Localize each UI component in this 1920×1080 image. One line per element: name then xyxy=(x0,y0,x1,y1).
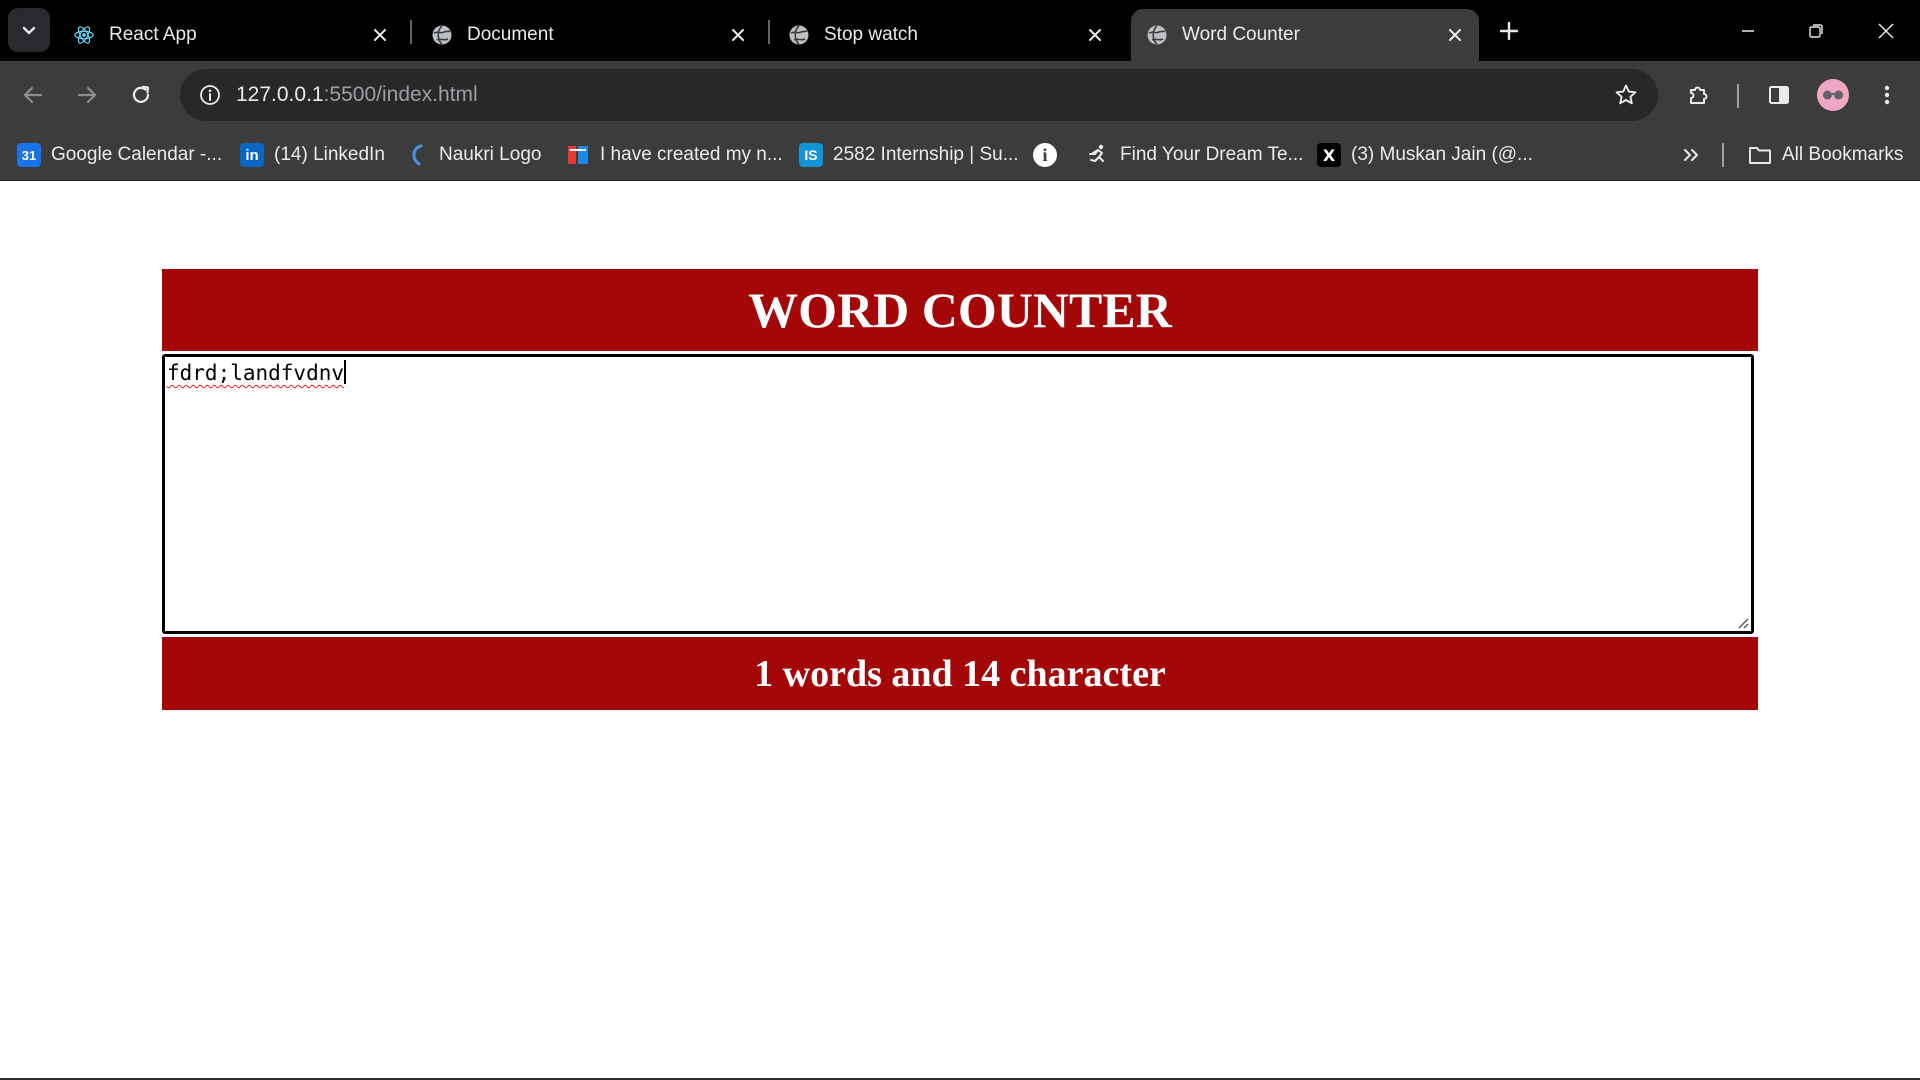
info-icon xyxy=(200,85,220,105)
extensions-button[interactable] xyxy=(1678,74,1720,116)
plus-icon xyxy=(1499,21,1519,41)
internshala-icon: IS xyxy=(799,143,823,167)
page-content: WORD COUNTER fdrd;landfvdnv 1 words and … xyxy=(0,182,1920,1080)
side-panel-icon xyxy=(1769,86,1789,104)
page-title: WORD COUNTER xyxy=(162,269,1758,351)
arrow-right-icon xyxy=(77,86,97,104)
all-bookmarks-label: All Bookmarks xyxy=(1782,144,1904,165)
more-vert-icon xyxy=(1884,85,1890,105)
bookmark-star-button[interactable] xyxy=(1610,79,1642,111)
bookmark-site-icon xyxy=(566,143,590,167)
tab-word-counter[interactable]: Word Counter xyxy=(1131,9,1479,61)
bookmark-label: (3) Muskan Jain (@... xyxy=(1351,144,1533,165)
tab-stop-watch[interactable]: Stop watch xyxy=(773,9,1119,61)
star-icon xyxy=(1615,84,1637,105)
back-button[interactable] xyxy=(12,74,54,116)
minimize-button[interactable] xyxy=(1714,0,1782,61)
bookmark-created[interactable]: I have created my n... xyxy=(566,138,783,172)
chevron-down-icon xyxy=(22,26,36,35)
globe-icon xyxy=(788,24,810,46)
menu-button[interactable] xyxy=(1866,74,1908,116)
google-calendar-icon: 31 xyxy=(17,143,41,167)
bookmark-x[interactable]: X (3) Muskan Jain (@... xyxy=(1317,138,1533,172)
bookmark-label: (14) LinkedIn xyxy=(274,144,385,165)
tab-document[interactable]: Document xyxy=(416,9,762,61)
toolbar-separator xyxy=(1737,84,1739,108)
close-icon[interactable] xyxy=(1441,21,1469,49)
address-bar[interactable]: 127.0.0.1:5500/index.html xyxy=(180,69,1658,121)
browser-toolbar: 127.0.0.1:5500/index.html xyxy=(0,61,1920,129)
react-icon xyxy=(73,24,95,46)
minimize-icon xyxy=(1742,29,1754,32)
runner-icon xyxy=(1086,143,1110,167)
tab-separator xyxy=(410,20,412,44)
url-host: 127.0.0.1 xyxy=(236,83,324,106)
forward-button[interactable] xyxy=(66,74,108,116)
close-icon[interactable] xyxy=(366,21,394,49)
reload-icon xyxy=(132,85,150,103)
all-bookmarks-button[interactable]: All Bookmarks xyxy=(1748,138,1903,172)
close-icon[interactable] xyxy=(1081,21,1109,49)
folder-icon xyxy=(1748,143,1772,167)
naukri-icon xyxy=(405,143,429,167)
tab-title: Stop watch xyxy=(824,24,918,45)
linkedin-icon: in xyxy=(240,143,264,167)
close-icon xyxy=(1878,22,1894,39)
puzzle-icon xyxy=(1690,86,1708,104)
bookmark-linkedin[interactable]: in (14) LinkedIn xyxy=(240,138,385,172)
url-text[interactable]: 127.0.0.1:5500/index.html xyxy=(236,83,478,107)
side-panel-button[interactable] xyxy=(1758,74,1800,116)
bookmark-label: 2582 Internship | Su... xyxy=(833,144,1019,165)
restore-icon xyxy=(1809,23,1823,38)
glasses-icon xyxy=(1823,90,1843,100)
tab-strip: React App Document Stop watch Word Count… xyxy=(0,0,1920,61)
bookmark-label: Google Calendar -... xyxy=(51,144,223,165)
close-icon[interactable] xyxy=(724,21,752,49)
globe-icon xyxy=(431,24,453,46)
tab-react-app[interactable]: React App xyxy=(58,9,404,61)
bookmark-label: I have created my n... xyxy=(600,144,783,165)
more-bookmarks-button[interactable] xyxy=(1676,138,1706,172)
arrow-left-icon xyxy=(23,86,43,104)
tab-title: React App xyxy=(109,24,197,45)
bookmarks-separator xyxy=(1722,143,1724,167)
tab-title: Word Counter xyxy=(1182,24,1300,45)
tab-search-button[interactable] xyxy=(8,8,50,52)
bookmark-internshala[interactable]: IS 2582 Internship | Su... xyxy=(799,138,1019,172)
text-input-area[interactable]: fdrd;landfvdnv xyxy=(162,354,1754,634)
site-info-button[interactable] xyxy=(192,77,228,113)
tab-separator xyxy=(768,20,770,44)
resize-handle-icon[interactable] xyxy=(1735,615,1749,629)
tab-title: Document xyxy=(467,24,554,45)
x-icon: X xyxy=(1317,143,1341,167)
close-window-button[interactable] xyxy=(1852,0,1920,61)
typed-text: fdrd;landfvdnv xyxy=(167,361,345,385)
restore-button[interactable] xyxy=(1782,0,1850,61)
double-chevron-right-icon xyxy=(1684,149,1698,161)
profile-button[interactable] xyxy=(1812,74,1854,116)
bookmark-label: Naukri Logo xyxy=(439,144,542,165)
text-caret xyxy=(344,360,347,384)
bookmark-info[interactable]: i xyxy=(1033,138,1067,172)
url-path: :5500/index.html xyxy=(323,83,478,106)
bookmark-google-calendar[interactable]: 31 Google Calendar -... xyxy=(17,138,222,172)
bookmarks-bar: 31 Google Calendar -... in (14) LinkedIn… xyxy=(0,129,1920,181)
reload-button[interactable] xyxy=(120,74,162,116)
bookmark-find-dream[interactable]: Find Your Dream Te... xyxy=(1086,138,1303,172)
bookmark-naukri[interactable]: Naukri Logo xyxy=(405,138,541,172)
avatar xyxy=(1817,79,1849,111)
bookmark-label: Find Your Dream Te... xyxy=(1120,144,1304,165)
word-count-result: 1 words and 14 character xyxy=(162,637,1758,710)
new-tab-button[interactable] xyxy=(1492,14,1526,48)
globe-icon xyxy=(1146,24,1168,46)
info-icon: i xyxy=(1033,143,1057,167)
